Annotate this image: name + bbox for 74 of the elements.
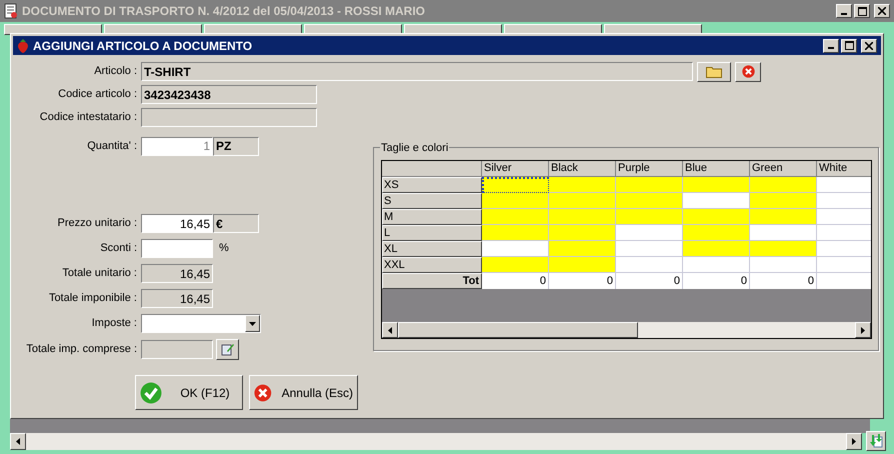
close-button[interactable] xyxy=(874,4,890,18)
maximize-icon xyxy=(844,41,854,50)
scroll-left-icon xyxy=(16,438,20,445)
holder-code-field[interactable] xyxy=(141,108,317,127)
unit-field[interactable]: PZ xyxy=(213,136,259,156)
total-cell: 0 xyxy=(549,273,616,289)
close-icon xyxy=(878,7,886,15)
sync-arrows-icon xyxy=(869,434,883,448)
field-label: Totale imp. comprese : xyxy=(25,342,138,357)
total-cell: 0 xyxy=(482,273,549,289)
unit-total-field[interactable]: 16,45 xyxy=(141,264,213,283)
total-cell: 0 xyxy=(750,273,817,289)
folder-icon xyxy=(706,65,722,78)
field-label: Codice intestatario : xyxy=(38,110,138,126)
minimize-icon xyxy=(828,47,834,49)
percent-label: % xyxy=(219,241,229,256)
close-icon xyxy=(865,42,873,50)
sync-button[interactable] xyxy=(866,431,886,451)
field-label: Imposte : xyxy=(90,316,138,332)
close-button[interactable] xyxy=(861,38,877,52)
row-header: XXL xyxy=(382,257,482,273)
strawberry-icon xyxy=(17,38,29,52)
field-label: Quantita' : xyxy=(86,138,138,154)
minimize-icon xyxy=(841,12,847,14)
total-cell xyxy=(817,273,871,289)
scroll-left-icon xyxy=(388,326,392,334)
field-label: Codice articolo : xyxy=(57,87,138,102)
scroll-right-icon xyxy=(861,326,865,334)
grid-cell[interactable] xyxy=(482,177,549,193)
maximize-icon xyxy=(858,6,866,16)
field-label: Sconti : xyxy=(99,241,138,256)
tax-dropdown[interactable] xyxy=(141,314,261,333)
total-cell: 0 xyxy=(683,273,750,289)
window-title: DOCUMENTO DI TRASPORTO N. 4/2012 del 05/04/2013 - ROSSI MARIO xyxy=(22,3,426,20)
scroll-thumb[interactable] xyxy=(398,322,638,338)
group-title: Taglie e colori xyxy=(380,140,450,156)
checkmark-icon xyxy=(140,382,162,404)
row-header: L xyxy=(382,225,482,241)
row-header: XL xyxy=(382,241,482,257)
discount-field[interactable] xyxy=(141,239,213,258)
taxable-total-field[interactable]: 16,45 xyxy=(141,289,213,308)
folder-button[interactable] xyxy=(697,62,731,82)
maximize-button[interactable] xyxy=(841,38,857,52)
total-cell: 0 xyxy=(616,273,683,289)
row-header: M xyxy=(382,209,482,225)
clear-button[interactable] xyxy=(735,62,761,82)
minimize-button[interactable] xyxy=(836,4,852,18)
total-with-tax-field[interactable] xyxy=(141,340,213,358)
dialog-title: AGGIUNGI ARTICOLO A DOCUMENTO xyxy=(33,38,252,54)
total-row-header: Tot xyxy=(382,273,482,289)
article-code-field[interactable]: 3423423438 xyxy=(141,85,317,104)
cancel-button[interactable]: Annulla (Esc) xyxy=(249,375,358,410)
field-label: Articolo : xyxy=(93,64,138,80)
cancel-icon xyxy=(742,65,754,78)
unit-price-field[interactable]: 16,45 xyxy=(141,214,213,233)
bottom-scrollbar[interactable] xyxy=(10,433,862,450)
article-field[interactable]: T-SHIRT xyxy=(141,62,693,81)
row-header: S xyxy=(382,193,482,209)
field-label: Totale imponibile : xyxy=(48,291,138,306)
quantity-field[interactable]: 1 xyxy=(141,136,213,156)
currency-field[interactable]: € xyxy=(213,214,259,233)
field-label: Prezzo unitario : xyxy=(56,216,138,232)
field-label: Totale unitario : xyxy=(61,266,138,282)
minimize-button[interactable] xyxy=(823,38,839,52)
scroll-right-icon xyxy=(852,438,856,445)
document-icon xyxy=(4,3,18,19)
edit-button[interactable] xyxy=(216,338,239,360)
edit-icon xyxy=(220,342,234,356)
dropdown-arrow-icon xyxy=(249,322,256,326)
cancel-icon xyxy=(254,382,272,404)
horizontal-scrollbar[interactable] xyxy=(382,322,871,338)
row-header: XS xyxy=(382,177,482,193)
maximize-button[interactable] xyxy=(854,4,870,18)
ok-button[interactable]: OK (F12) xyxy=(135,375,243,410)
